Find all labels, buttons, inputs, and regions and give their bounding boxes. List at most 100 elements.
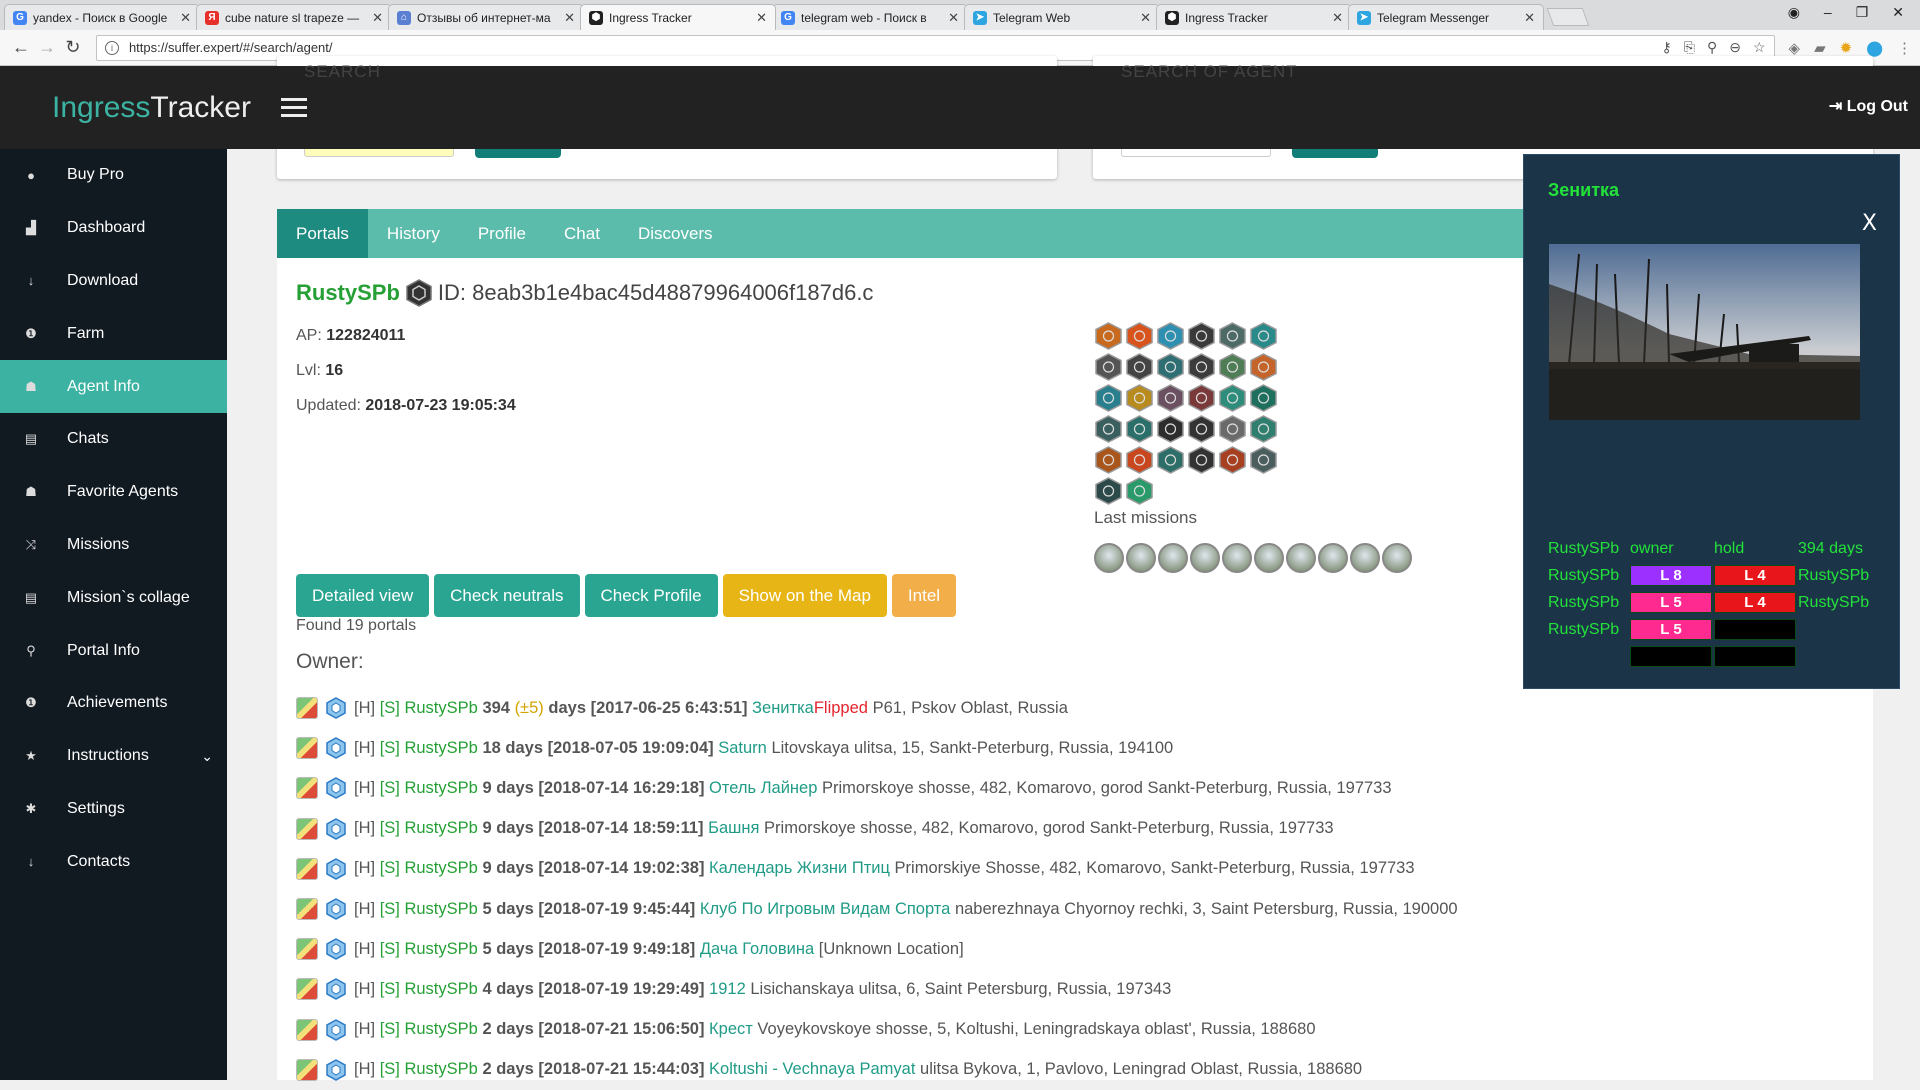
intel-shield-icon[interactable] <box>326 1058 346 1081</box>
portal-name-link[interactable]: Отель Лайнер <box>709 779 817 798</box>
tab-history[interactable]: History <box>368 209 459 258</box>
mission-badge-icon[interactable] <box>1190 543 1220 573</box>
browser-tab[interactable]: Gtelegram web - Поиск в ✕ <box>772 4 968 30</box>
intel-shield-icon[interactable] <box>326 777 346 800</box>
sidebar-item-download[interactable]: ↓ Download <box>0 255 227 308</box>
map-icon[interactable] <box>296 938 318 961</box>
portal-name-link[interactable]: Клуб По Игровым Видам Спорта <box>700 900 950 919</box>
tab-portals[interactable]: Portals <box>277 209 368 258</box>
menu-icon[interactable]: ⋮ <box>1897 39 1912 57</box>
extension-icon[interactable]: ⬤ <box>1866 39 1883 57</box>
key-icon[interactable]: ⚷ <box>1662 39 1672 56</box>
mission-badge-icon[interactable] <box>1126 543 1156 573</box>
info-icon[interactable]: i <box>104 40 119 55</box>
intel-shield-icon[interactable] <box>326 737 346 760</box>
row-agent[interactable]: RustySPb <box>404 940 477 959</box>
map-icon[interactable] <box>296 697 318 720</box>
intel-shield-icon[interactable] <box>326 817 346 840</box>
sidebar-item-contacts[interactable]: ↓ Contacts <box>0 835 227 888</box>
maximize-button[interactable]: ❐ <box>1856 4 1869 21</box>
minimize-button[interactable]: – <box>1824 4 1832 21</box>
mission-badge-icon[interactable] <box>1318 543 1348 573</box>
intel-shield-icon[interactable] <box>326 938 346 961</box>
mission-badge-icon[interactable] <box>1254 543 1284 573</box>
mission-badge-icon[interactable] <box>1158 543 1188 573</box>
row-agent[interactable]: RustySPb <box>404 739 477 758</box>
check-neutrals-button[interactable]: Check neutrals <box>434 574 580 617</box>
reload-icon[interactable]: ↻ <box>60 37 86 58</box>
sidebar-item-farm[interactable]: ❶ Farm <box>0 307 227 360</box>
sidebar-item-chats[interactable]: ▤ Chats <box>0 413 227 466</box>
browser-tab[interactable]: ⬢ Ingress Tracker ✕ <box>1156 4 1352 30</box>
mission-badge-icon[interactable] <box>1350 543 1380 573</box>
sidebar-item-mission-s-collage[interactable]: ▤ Mission`s collage <box>0 571 227 624</box>
translate-icon[interactable]: ⎘ <box>1684 39 1695 56</box>
intel-shield-icon[interactable] <box>326 898 346 920</box>
portal-name-link[interactable]: Koltushi - Vechnaya Pamyat <box>709 1060 915 1079</box>
intel-shield-icon[interactable] <box>326 1018 346 1041</box>
tab-close-icon[interactable]: ✕ <box>1524 10 1535 26</box>
sidebar-item-portal-info[interactable]: ⚲ Portal Info <box>0 624 227 677</box>
row-agent[interactable]: RustySPb <box>404 699 477 718</box>
app-logo[interactable]: IngressTracker <box>52 91 251 125</box>
row-agent[interactable]: RustySPb <box>404 859 477 878</box>
sidebar-item-instructions[interactable]: ★ Instructions ⌄ <box>0 730 227 783</box>
tab-close-icon[interactable]: ✕ <box>180 10 191 26</box>
agent-name[interactable]: RustySPb <box>296 280 400 306</box>
hamburger-icon[interactable] <box>280 98 307 117</box>
new-tab-button[interactable] <box>1546 8 1590 26</box>
portal-name-link[interactable]: 1912 <box>709 980 746 999</box>
browser-tab[interactable]: Яcube nature sl trapeze — ✕ <box>196 4 392 30</box>
tab-close-icon[interactable]: ✕ <box>564 10 575 26</box>
row-agent[interactable]: RustySPb <box>404 819 477 838</box>
portal-name-link[interactable]: Башня <box>708 819 759 838</box>
tab-close-icon[interactable]: ✕ <box>1332 10 1343 26</box>
row-agent[interactable]: RustySPb <box>404 779 477 798</box>
intel-shield-icon[interactable] <box>326 857 346 880</box>
mission-badge-icon[interactable] <box>1286 543 1316 573</box>
sidebar-item-settings[interactable]: ✱ Settings <box>0 783 227 836</box>
bookmark-star-icon[interactable]: ☆ <box>1753 39 1766 56</box>
sidebar-item-achievements[interactable]: ❶ Achievements <box>0 677 227 730</box>
browser-tab[interactable]: ➤ Telegram Messenger ✕ <box>1348 4 1544 30</box>
intel-button[interactable]: Intel <box>891 574 957 617</box>
row-agent[interactable]: RustySPb <box>404 1020 477 1039</box>
popup-close-button[interactable]: X <box>1862 211 1877 236</box>
map-icon[interactable] <box>296 898 318 921</box>
tab-close-icon[interactable]: ✕ <box>1140 10 1151 26</box>
map-icon[interactable] <box>296 817 318 840</box>
show-on-map-button[interactable]: Show on the Map <box>722 574 887 617</box>
portal-name-link[interactable]: Крест <box>709 1020 753 1039</box>
map-icon[interactable] <box>296 857 318 880</box>
check-profile-button[interactable]: Check Profile <box>584 574 718 617</box>
tab-close-icon[interactable]: ✕ <box>372 10 383 26</box>
extension-icon[interactable]: ✹ <box>1840 39 1853 57</box>
row-agent[interactable]: RustySPb <box>404 980 477 999</box>
detailed-view-button[interactable]: Detailed view <box>296 574 430 617</box>
mission-badge-icon[interactable] <box>1382 543 1412 573</box>
portal-name-link[interactable]: Saturn <box>718 739 767 758</box>
map-icon[interactable] <box>296 777 318 800</box>
browser-tab[interactable]: ⌂ Отзывы об интернет-ма ✕ <box>388 4 584 30</box>
extension-icon[interactable]: ▰ <box>1814 39 1826 57</box>
mission-badge-icon[interactable] <box>1094 543 1124 573</box>
map-icon[interactable] <box>296 1018 318 1041</box>
sidebar-item-agent-info[interactable]: ☗ Agent Info <box>0 360 227 413</box>
sidebar-item-dashboard[interactable]: ▟ Dashboard <box>0 202 227 255</box>
portal-name-link[interactable]: Календарь Жизни Птиц <box>709 859 890 878</box>
tab-close-icon[interactable]: ✕ <box>756 10 767 26</box>
intel-shield-icon[interactable] <box>326 697 346 719</box>
tab-profile[interactable]: Profile <box>459 209 545 258</box>
zoom-out-icon[interactable]: ⊖ <box>1729 39 1741 56</box>
browser-tab[interactable]: ➤ Telegram Web ✕ <box>964 4 1160 30</box>
zoom-icon[interactable]: ⚲ <box>1707 39 1717 56</box>
sidebar-item-favorite-agents[interactable]: ☗ Favorite Agents <box>0 466 227 519</box>
map-icon[interactable] <box>296 737 318 760</box>
chevron-down-icon[interactable]: ⌄ <box>201 748 213 765</box>
map-icon[interactable] <box>296 978 318 1001</box>
forward-icon[interactable]: → <box>34 37 60 58</box>
profile-icon[interactable]: ◉ <box>1788 4 1800 21</box>
row-agent[interactable]: RustySPb <box>404 900 477 919</box>
tab-close-icon[interactable]: ✕ <box>948 10 959 26</box>
logout-button[interactable]: ⇥ Log Out <box>1829 96 1908 116</box>
